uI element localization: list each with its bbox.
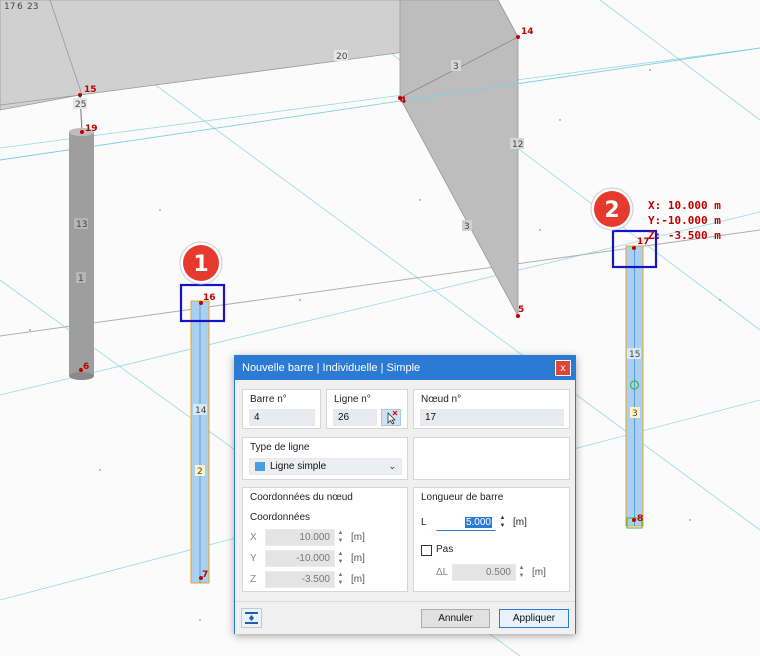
- node-no-panel: Nœud n° 17: [413, 389, 570, 429]
- empty-panel: [413, 437, 570, 480]
- axis-z-label: Z: [250, 574, 257, 585]
- chevron-down-icon: ⌄: [388, 461, 396, 471]
- coordinate-y: Y:-10.000 m: [648, 214, 721, 227]
- apply-button[interactable]: Appliquer: [499, 609, 569, 628]
- node-label: 6: [17, 2, 23, 12]
- length-spinner[interactable]: ▲ ▼: [498, 514, 507, 531]
- node-coords-panel: Coordonnées du nœud Coordonnées X 10.000…: [242, 487, 408, 592]
- callout-badge-2: 2: [590, 187, 634, 231]
- node-label: 23: [27, 2, 38, 12]
- member-label-14: 14: [195, 406, 207, 416]
- node-label-6: 6: [83, 362, 89, 372]
- node-label-16: 16: [203, 293, 216, 303]
- line-type-label: Type de ligne: [250, 442, 310, 453]
- dialog-title: Nouvelle barre | Individuelle | Simple: [242, 362, 421, 374]
- node-label: 17: [4, 2, 15, 12]
- member-label-25: 25: [75, 100, 86, 110]
- cursor-pick-icon: [387, 410, 398, 425]
- settings-button[interactable]: [241, 608, 262, 628]
- node-label-7: 7: [202, 570, 208, 580]
- line-no-field[interactable]: 26: [333, 409, 377, 426]
- coord-y-spinner[interactable]: ▲ ▼: [336, 550, 345, 567]
- length-field[interactable]: 5.000: [436, 514, 496, 531]
- node-label-15: 15: [84, 85, 97, 95]
- step-dl-field[interactable]: 0.500: [452, 564, 516, 581]
- line-no-label: Ligne n°: [334, 394, 371, 405]
- member-label-3: 3: [632, 409, 638, 419]
- line-type-swatch: [255, 462, 265, 471]
- coord-z-unit: [m]: [351, 574, 365, 585]
- coordinate-z: Z: -3.500 m: [648, 229, 721, 242]
- step-dl-unit: [m]: [532, 567, 546, 578]
- pick-line-button[interactable]: [381, 409, 401, 426]
- member-label-15: 15: [629, 350, 640, 360]
- member-label-12: 12: [512, 140, 523, 150]
- surface-label-3: 3: [453, 62, 459, 72]
- length-unit: [m]: [513, 517, 527, 528]
- member-label-1: 1: [78, 274, 84, 284]
- node-label-5: 5: [518, 305, 524, 315]
- coordinate-x: X: 10.000 m: [648, 199, 721, 212]
- axis-x-label: X: [250, 532, 257, 543]
- step-dl-spinner[interactable]: ▲ ▼: [517, 564, 526, 581]
- member-label-3: 3: [464, 222, 470, 232]
- node-no-label: Nœud n°: [421, 394, 462, 405]
- axis-dl-label: ΔL: [436, 567, 449, 578]
- coord-x-field[interactable]: 10.000: [265, 529, 335, 546]
- step-label: Pas: [436, 544, 454, 555]
- cancel-button[interactable]: Annuler: [421, 609, 490, 628]
- member-label-20: 20: [336, 52, 348, 62]
- axis-y-label: Y: [250, 553, 257, 564]
- node-label-8: 8: [637, 514, 643, 524]
- node-label-14: 14: [521, 27, 534, 37]
- coord-x-unit: [m]: [351, 532, 365, 543]
- line-no-panel: Ligne n° 26: [326, 389, 408, 429]
- step-checkbox[interactable]: [421, 545, 432, 556]
- new-member-dialog: Nouvelle barre | Individuelle | Simple x…: [234, 355, 576, 634]
- line-type-select[interactable]: Ligne simple ⌄: [249, 458, 402, 475]
- dialog-footer: Annuler Appliquer: [235, 601, 575, 634]
- node-coords-section-label: Coordonnées du nœud: [250, 492, 353, 503]
- coord-y-field[interactable]: -10.000: [265, 550, 335, 567]
- coord-x-spinner[interactable]: ▲ ▼: [336, 529, 345, 546]
- svg-text:1: 1: [193, 252, 208, 277]
- surface-wall[interactable]: [399, 0, 519, 317]
- node-coords-sub-label: Coordonnées: [250, 512, 311, 523]
- coord-y-unit: [m]: [351, 553, 365, 564]
- member-1[interactable]: [69, 132, 94, 376]
- node-label-4: 4: [400, 96, 406, 106]
- callout-badge-1: 1: [179, 241, 223, 285]
- length-value: 5.000: [464, 517, 492, 528]
- member-no-label: Barre n°: [250, 394, 287, 405]
- svg-text:2: 2: [604, 198, 619, 223]
- coord-z-field[interactable]: -3.500: [265, 571, 335, 588]
- line-type-value: Ligne simple: [270, 461, 327, 472]
- node-label-19: 19: [85, 124, 98, 134]
- member-length-section-label: Longueur de barre: [421, 492, 504, 503]
- node-no-field[interactable]: 17: [420, 409, 564, 426]
- member-label-13: 13: [76, 220, 87, 230]
- line-type-panel: Type de ligne Ligne simple ⌄: [242, 437, 408, 480]
- close-button[interactable]: x: [555, 360, 571, 376]
- adjust-icon: [245, 612, 258, 624]
- axis-l-label: L: [421, 517, 427, 528]
- member-no-panel: Barre n° 4: [242, 389, 321, 429]
- member-no-field[interactable]: 4: [249, 409, 315, 426]
- coord-z-spinner[interactable]: ▲ ▼: [336, 571, 345, 588]
- member-label-2: 2: [197, 467, 203, 477]
- dialog-titlebar[interactable]: Nouvelle barre | Individuelle | Simple x: [235, 356, 575, 380]
- member-length-panel: Longueur de barre L 5.000 ▲ ▼ [m] Pas ΔL …: [413, 487, 570, 592]
